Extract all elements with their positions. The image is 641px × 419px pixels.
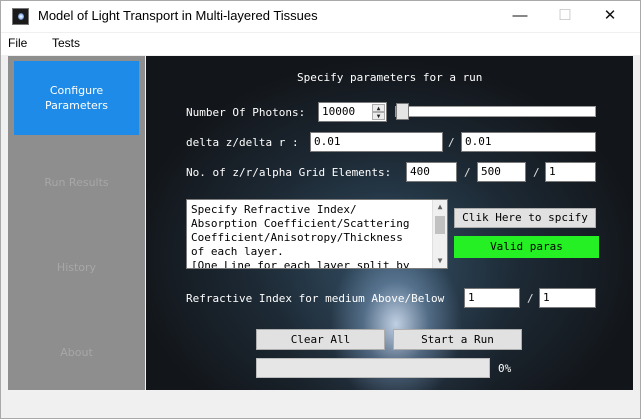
window-title: Model of Light Transport in Multi-layere… xyxy=(38,8,318,23)
photons-label: Number Of Photons: xyxy=(186,106,306,119)
delta-z-input[interactable]: 0.01 xyxy=(310,132,443,152)
medium-above-input[interactable]: 1 xyxy=(464,288,520,308)
nav-history[interactable]: History xyxy=(14,261,139,274)
title-bar: Model of Light Transport in Multi-layere… xyxy=(1,1,640,32)
menu-file[interactable]: File xyxy=(8,36,27,50)
spin-up-icon[interactable]: ▲ xyxy=(372,104,385,112)
configure-panel: Specify parameters for a run Number Of P… xyxy=(146,56,633,390)
photons-slider[interactable] xyxy=(395,103,596,120)
scroll-down-icon[interactable]: ▼ xyxy=(433,254,447,268)
menu-bar: File Tests xyxy=(1,33,640,55)
start-run-button[interactable]: Start a Run xyxy=(393,329,522,350)
specify-layers-button[interactable]: Clik Here to spcify xyxy=(454,208,596,228)
nav-about[interactable]: About xyxy=(14,346,139,359)
status-bar xyxy=(1,390,640,418)
left-navigation: Configure Parameters Run Results History… xyxy=(8,56,145,390)
progress-bar xyxy=(256,358,490,378)
grid-separator-1: / xyxy=(464,166,471,179)
nav-run-results[interactable]: Run Results xyxy=(14,176,139,189)
app-icon xyxy=(12,8,29,25)
medium-below-input[interactable]: 1 xyxy=(539,288,596,308)
delta-label: delta z/delta r : xyxy=(186,136,299,149)
layers-text: Specify Refractive Index/ Absorption Coe… xyxy=(191,203,410,269)
progress-percent: 0% xyxy=(498,362,512,375)
grid-r-input[interactable]: 500 xyxy=(477,162,526,182)
photons-spinbox[interactable]: 10000 ▲ ▼ xyxy=(318,102,387,122)
menu-tests[interactable]: Tests xyxy=(52,36,80,50)
scroll-up-icon[interactable]: ▲ xyxy=(433,200,447,214)
close-button[interactable]: ✕ xyxy=(587,1,633,32)
grid-alpha-input[interactable]: 1 xyxy=(545,162,596,182)
minimize-button[interactable]: — xyxy=(497,1,543,32)
maximize-button[interactable]: ☐ xyxy=(542,1,588,32)
grid-separator-2: / xyxy=(533,166,540,179)
nav-configure-parameters[interactable]: Configure Parameters xyxy=(14,61,139,135)
medium-separator: / xyxy=(527,292,534,305)
spin-down-icon[interactable]: ▼ xyxy=(372,112,385,120)
medium-label: Refractive Index for medium Above/Below xyxy=(186,292,445,305)
valid-params-indicator: Valid paras xyxy=(454,236,599,258)
main-window: Model of Light Transport in Multi-layere… xyxy=(0,0,641,419)
delta-separator: / xyxy=(448,136,455,149)
panel-heading: Specify parameters for a run xyxy=(297,71,483,84)
textarea-scrollbar[interactable]: ▲ ▼ xyxy=(432,200,447,268)
delta-r-input[interactable]: 0.01 xyxy=(461,132,596,152)
photons-value: 10000 xyxy=(322,105,356,118)
scroll-thumb[interactable] xyxy=(435,216,445,234)
grid-z-input[interactable]: 400 xyxy=(406,162,457,182)
grid-label: No. of z/r/alpha Grid Elements: xyxy=(186,166,392,179)
layers-textarea[interactable]: Specify Refractive Index/ Absorption Coe… xyxy=(186,199,448,269)
slider-handle[interactable] xyxy=(396,103,409,120)
clear-all-button[interactable]: Clear All xyxy=(256,329,385,350)
